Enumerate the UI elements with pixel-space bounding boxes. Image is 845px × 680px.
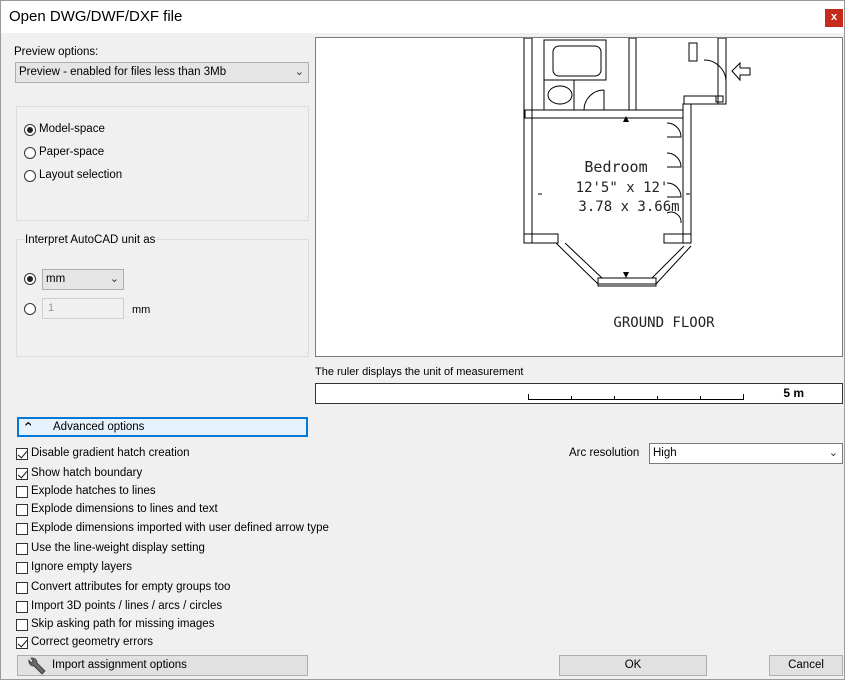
preview-options-select[interactable]: Preview - enabled for files less than 3M… <box>15 62 309 83</box>
option-label: Correct geometry errors <box>31 636 154 648</box>
option-checkbox[interactable] <box>16 601 28 613</box>
floorplan-drawing: Bedroom 12'5" x 12' 3.78 x 3.66m GROUND … <box>523 38 751 331</box>
unit-select-value: mm <box>46 273 66 285</box>
chevron-down-icon: ⌄ <box>109 273 119 285</box>
option-label: Explode dimensions to lines and text <box>31 503 218 515</box>
unit-select[interactable]: mm ⌄ <box>42 269 124 290</box>
ok-button[interactable]: OK <box>559 655 707 676</box>
option-label: Import 3D points / lines / arcs / circle… <box>31 600 223 612</box>
custom-unit-radio[interactable] <box>24 303 36 315</box>
window-title: Open DWG/DWF/DXF file <box>9 8 183 25</box>
custom-unit-suffix: mm <box>132 304 151 316</box>
option-checkbox[interactable] <box>16 523 28 535</box>
import-assignment-label: Import assignment options <box>52 659 187 671</box>
model-space-radio[interactable] <box>24 124 36 136</box>
drawing-preview: Bedroom 12'5" x 12' 3.78 x 3.66m GROUND … <box>315 37 843 357</box>
paper-space-radio[interactable] <box>24 147 36 159</box>
arc-resolution-label: Arc resolution <box>569 447 640 459</box>
floor-label-text: GROUND FLOOR <box>613 315 715 331</box>
ruler-scale <box>528 394 744 400</box>
option-checkbox[interactable] <box>16 562 28 574</box>
chevron-down-icon: ⌄ <box>828 447 838 459</box>
advanced-options-label: Advanced options <box>53 421 145 433</box>
layout-selection-radio[interactable] <box>24 170 36 182</box>
option-label: Ignore empty layers <box>31 561 132 573</box>
arc-resolution-select[interactable]: High ⌄ <box>649 443 843 464</box>
preview-options-label: Preview options: <box>14 46 99 58</box>
unit-select-radio[interactable] <box>24 273 36 285</box>
import-assignment-button[interactable]: Import assignment options <box>17 655 308 676</box>
model-space-label: Model-space <box>39 123 105 135</box>
option-checkbox[interactable] <box>16 637 28 649</box>
option-label: Use the line-weight display setting <box>31 542 205 554</box>
option-label: Disable gradient hatch creation <box>31 447 190 459</box>
advanced-options-button[interactable]: ›› Advanced options <box>17 417 308 437</box>
wrench-icon <box>28 657 46 675</box>
option-label: Show hatch boundary <box>31 467 143 479</box>
option-checkbox[interactable] <box>16 448 28 460</box>
layout-selection-label: Layout selection <box>39 169 123 181</box>
paper-space-label: Paper-space <box>39 146 105 158</box>
ruler-scale-label: 5 m <box>783 386 804 400</box>
option-checkbox[interactable] <box>16 504 28 516</box>
custom-unit-value: 1 <box>48 302 55 314</box>
room-name-text: Bedroom <box>584 158 647 176</box>
option-label: Explode hatches to lines <box>31 485 156 497</box>
preview-options-value: Preview - enabled for files less than 3M… <box>19 66 227 78</box>
units-group-label: Interpret AutoCAD unit as <box>23 234 158 246</box>
room-dims-metric-text: 3.78 x 3.66m <box>578 199 679 215</box>
option-label: Convert attributes for empty groups too <box>31 581 231 593</box>
title-bar: Open DWG/DWF/DXF file x <box>1 1 844 33</box>
open-file-dialog: Open DWG/DWF/DXF file x Preview options:… <box>0 0 845 680</box>
cancel-label: Cancel <box>788 659 824 671</box>
close-icon: x <box>830 11 838 23</box>
custom-unit-input[interactable]: 1 <box>42 298 124 319</box>
option-checkbox[interactable] <box>16 543 28 555</box>
measurement-ruler: 5 m <box>315 383 843 404</box>
option-label: Explode dimensions imported with user de… <box>31 522 329 534</box>
chevron-down-icon: ⌄ <box>294 66 304 78</box>
ruler-caption: The ruler displays the unit of measureme… <box>315 366 524 378</box>
option-checkbox[interactable] <box>16 619 28 631</box>
option-checkbox[interactable] <box>16 468 28 480</box>
close-button[interactable]: x <box>825 9 843 27</box>
room-dims-imperial-text: 12'5" x 12' <box>576 180 669 196</box>
arc-resolution-value: High <box>653 447 677 459</box>
ok-label: OK <box>624 659 642 671</box>
option-checkbox[interactable] <box>16 582 28 594</box>
option-label: Skip asking path for missing images <box>31 618 215 630</box>
option-checkbox[interactable] <box>16 486 28 498</box>
cancel-button[interactable]: Cancel <box>769 655 843 676</box>
